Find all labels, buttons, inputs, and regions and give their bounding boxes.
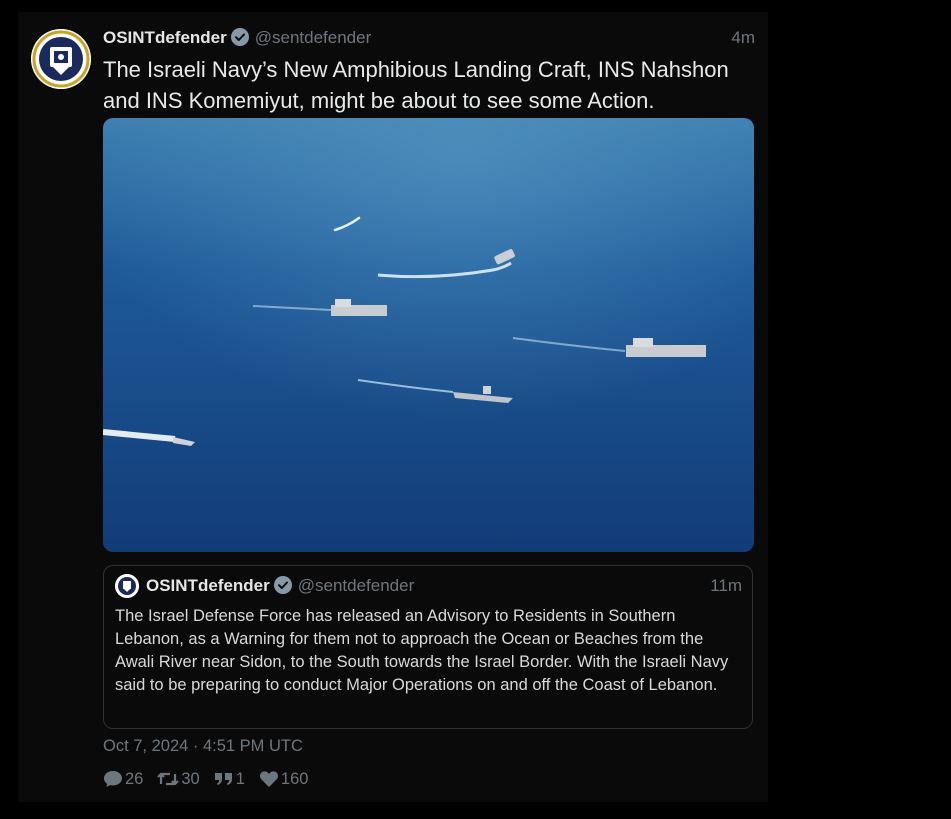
quote-icon [214, 773, 232, 785]
osintdefender-logo [31, 29, 91, 89]
author-name[interactable]: OSINTdefender [103, 28, 227, 47]
comment-icon [104, 771, 122, 787]
quoted-author-avatar[interactable] [115, 574, 139, 598]
quoted-tweet-text: The Israel Defense Force has released an… [115, 607, 729, 694]
tweet-media-image[interactable] [103, 118, 754, 552]
quoted-tweet[interactable]: OSINTdefender @sentdefender 11m The Israe… [103, 565, 753, 729]
retweet-count: 30 [181, 769, 200, 788]
osintdefender-logo [115, 574, 139, 598]
retweet-icon [157, 772, 180, 786]
tweet-header: OSINTdefender @sentdefender 4m [103, 27, 755, 49]
author-avatar[interactable] [31, 29, 91, 89]
verified-badge-icon [230, 28, 249, 52]
quoted-tweet-header: OSINTdefender @sentdefender 11m [146, 575, 742, 597]
author-handle[interactable]: @sentdefender [255, 28, 372, 47]
heart-icon [259, 771, 278, 787]
tweet-text: The Israeli Navy’s New Amphibious Landin… [103, 57, 729, 113]
tweet-date[interactable]: Oct 7, 2024 · 4:51 PM UTC [103, 737, 303, 756]
quoted-author-handle[interactable]: @sentdefender [298, 576, 415, 595]
quote-button[interactable]: 1 [214, 770, 245, 789]
reply-button[interactable]: 26 [103, 770, 143, 789]
quoted-author-name[interactable]: OSINTdefender [146, 576, 270, 595]
ships-at-sea-image [103, 118, 754, 552]
like-button[interactable]: 160 [259, 769, 309, 789]
retweet-button[interactable]: 30 [157, 769, 200, 789]
tweet-time[interactable]: 4m [731, 27, 755, 49]
tweet-stats: 26 30 1 160 [103, 768, 322, 790]
reply-count: 26 [125, 769, 144, 788]
quoted-tweet-time[interactable]: 11m [710, 575, 742, 597]
like-count: 160 [280, 769, 309, 788]
quote-count: 1 [235, 769, 245, 788]
verified-badge-icon [273, 576, 292, 600]
